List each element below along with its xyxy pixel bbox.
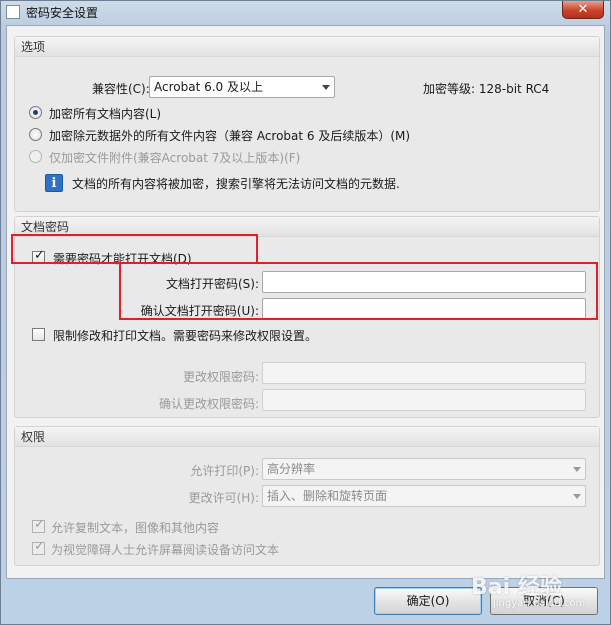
encryption-level: 加密等级: 128-bit RC4 [423,82,550,96]
info-icon: i [45,174,63,192]
check-icon: ✓ [34,517,45,532]
allow-print-label: 允许打印(P): [190,464,259,478]
chevron-down-icon [573,494,581,499]
radio-encrypt-except-meta-label: 加密除元数据外的所有文件内容（兼容 Acrobat 6 及后续版本）(M) [49,129,411,143]
highlight-require-password [11,234,258,264]
radio-encrypt-attachments-label: 仅加密文件附件(兼容Acrobat 7及以上版本)(F) [49,151,301,165]
chevron-down-icon [573,467,581,472]
dialog-window: 密码安全设置 ✕ 选项 兼容性(C): Acrobat 6.0 及以上 加密等级… [0,0,611,625]
highlight-password-fields [119,262,598,320]
confirm-change-perm-password-input[interactable] [262,389,586,411]
screen-reader-label: 为视觉障碍人士允许屏幕阅读设备访问文本 [51,543,280,557]
radio-encrypt-attachments[interactable] [29,150,42,163]
app-icon [6,5,20,19]
title-bar[interactable]: 密码安全设置 ✕ [1,1,610,23]
change-perm-password-input[interactable] [262,362,586,384]
restrict-editing-label: 限制修改和打印文档。需要密码来修改权限设置。 [53,329,318,343]
confirm-change-perm-password-label: 确认更改权限密码: [158,397,259,411]
change-perm-password-label: 更改权限密码: [182,370,259,384]
allow-print-value: 高分辨率 [267,462,316,476]
screen-reader-checkbox[interactable]: ✓ [32,539,45,555]
restrict-editing-checkbox[interactable] [32,328,45,341]
window-title: 密码安全设置 [26,5,99,20]
radio-encrypt-all[interactable] [29,106,42,119]
compat-select[interactable]: Acrobat 6.0 及以上 [149,76,335,98]
info-text: 文档的所有内容将被加密，搜索引擎将无法访问文档的元数据. [72,177,400,191]
check-icon: ✓ [34,539,45,554]
watermark-url: jingyan.baidu.com [493,598,586,609]
chevron-down-icon [322,85,330,90]
permissions-header: 权限 [15,427,599,447]
baidu-watermark: Bai 经验 [471,575,562,600]
radio-encrypt-all-label: 加密所有文档内容(L) [49,107,162,121]
options-section: 选项 兼容性(C): Acrobat 6.0 及以上 加密等级: 128-bit… [14,36,600,212]
radio-encrypt-except-meta[interactable] [29,128,42,141]
close-icon[interactable]: ✕ [562,1,604,19]
allow-print-select[interactable]: 高分辨率 [262,458,586,480]
allow-copy-checkbox[interactable]: ✓ [32,517,45,533]
compat-select-value: Acrobat 6.0 及以上 [154,80,263,94]
permissions-section: 权限 允许打印(P): 高分辨率 更改许可(H): 插入、删除和旋转页面 ✓ 允… [14,426,600,566]
change-permission-select[interactable]: 插入、删除和旋转页面 [262,485,586,507]
compat-label: 兼容性(C): [92,82,150,96]
ok-button[interactable]: 确定(O) [374,587,482,615]
options-header: 选项 [15,37,599,57]
change-permission-label: 更改许可(H): [188,491,259,505]
change-permission-value: 插入、删除和旋转页面 [267,489,388,503]
allow-copy-label: 允许复制文本，图像和其他内容 [51,521,220,535]
